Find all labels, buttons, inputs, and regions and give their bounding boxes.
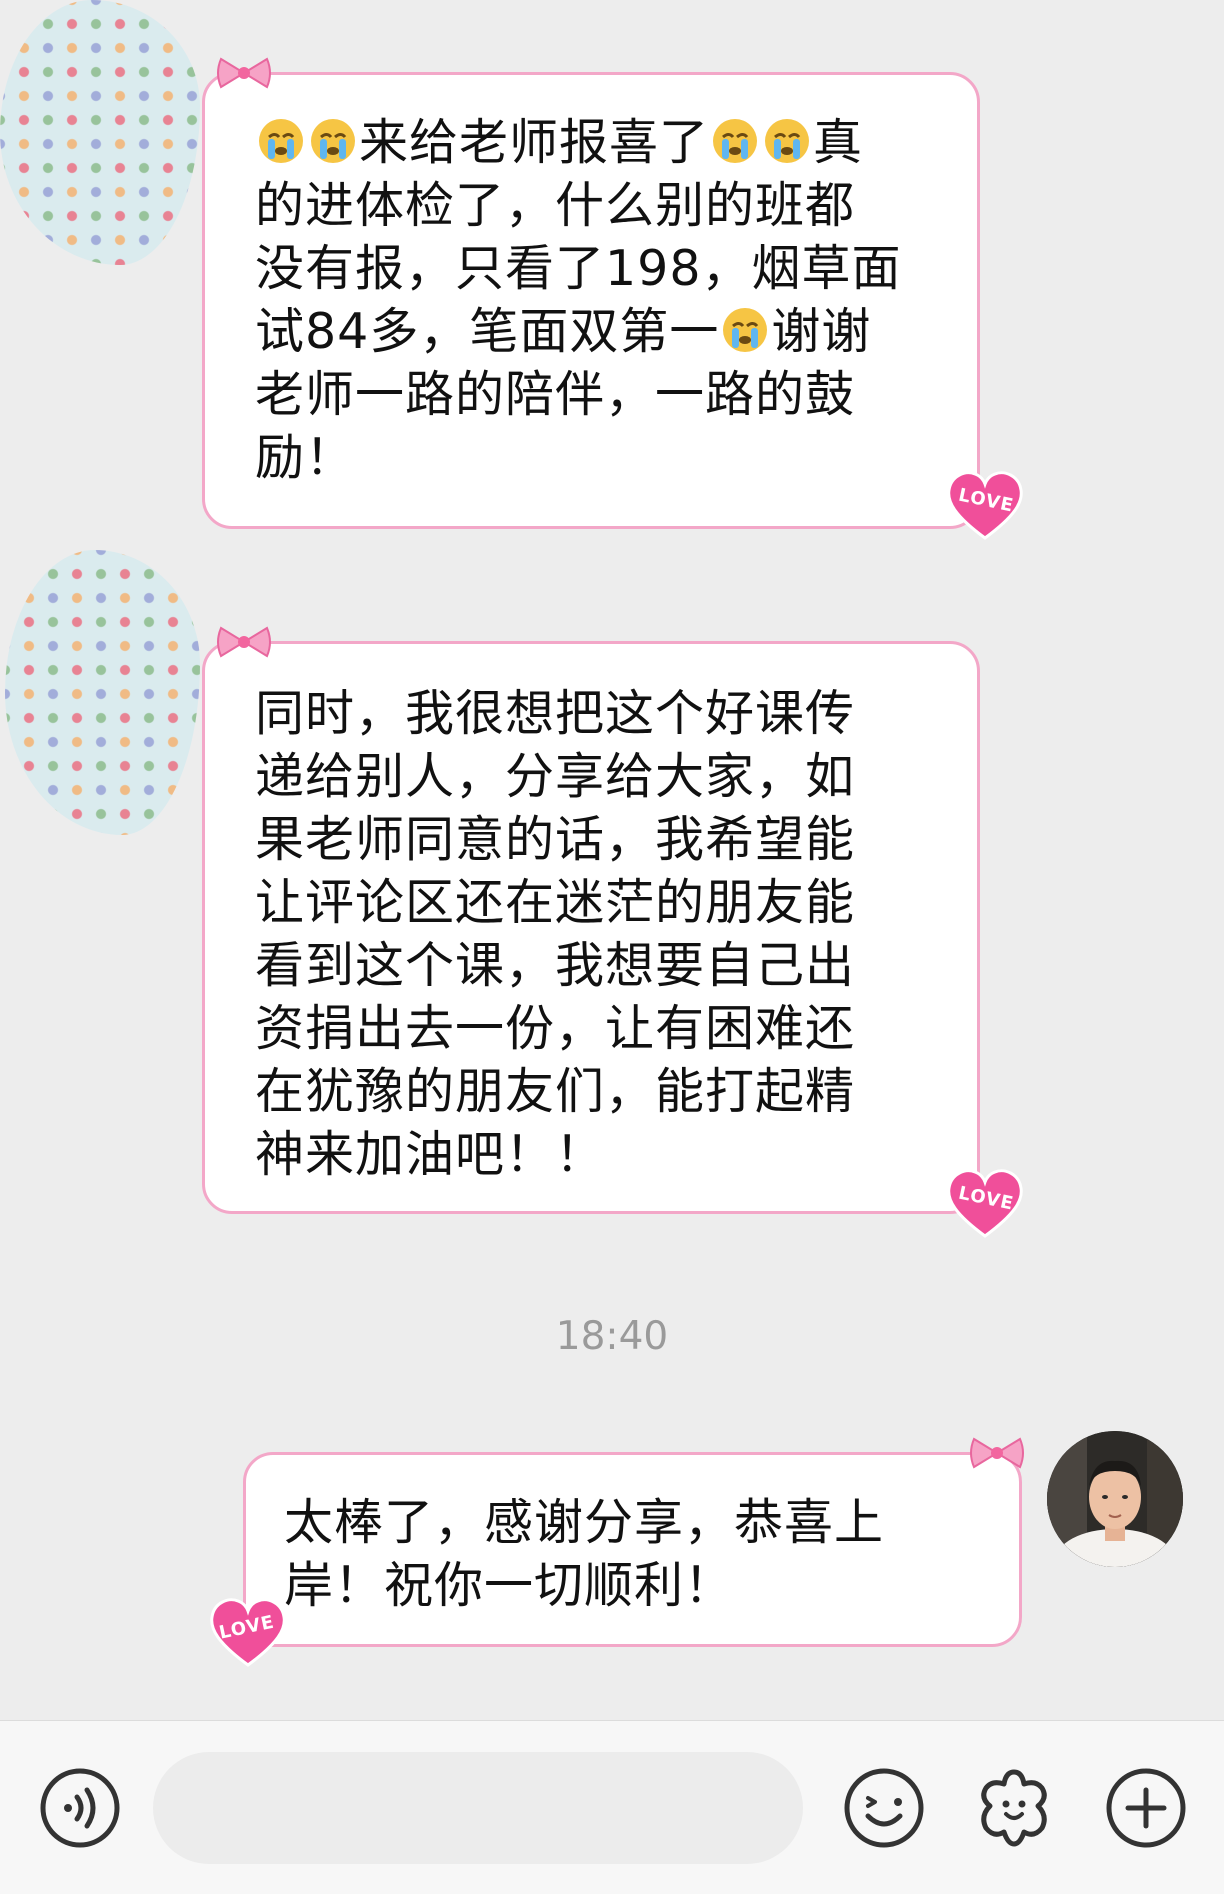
message-text-part: 谢谢 [771,303,872,360]
avatar[interactable] [1047,1431,1183,1567]
message-text-part: 励！ [255,429,356,486]
ribbon-bow-icon [217,626,271,658]
sender-avatar-decoration [0,0,200,265]
message-timestamp: 18:40 [555,1314,669,1359]
message-bubble-sent[interactable]: 太棒了，感谢分享，恭喜上 岸！祝你一切顺利！ LOVE [210,1437,1024,1667]
emoji-icon[interactable] [842,1766,926,1850]
crying-emoji-icon [723,308,768,352]
love-heart-icon: LOVE [210,1598,286,1667]
message-bubble-received[interactable]: 来给老师报喜了 真的进体检了，什么别的班都 没有报，只看了198，烟草面 试84多，笔… [202,57,1023,540]
message-text: 同时，我很想把这个好课传 递给别人，分享给大家，如 果老师同意的话，我希望能 让… [255,685,856,1183]
message-text-part: 没有报，只看了198，烟草面 [255,240,902,297]
message-text: 太棒了，感谢分享，恭喜上 岸！祝你一切顺利！ [284,1494,885,1614]
crying-emoji-icon [765,119,810,163]
ribbon-bow-icon [217,57,271,89]
love-heart-icon: LOVE [947,1169,1023,1238]
message-text-part: 来给老师报喜了 [359,114,710,171]
crying-emoji-icon [259,119,303,163]
voice-icon[interactable] [38,1766,122,1850]
message-bubble-received[interactable]: 同时，我很想把这个好课传 递给别人，分享给大家，如 果老师同意的话，我希望能 让… [202,626,1023,1238]
love-heart-icon: LOVE [947,471,1023,540]
add-icon[interactable] [1104,1766,1188,1850]
message-text-part: 老师一路的陪伴，一路的鼓 [255,366,856,423]
message-input[interactable] [153,1752,803,1864]
message-text-part: 的进体检了，什么别的班都 [255,177,856,234]
message-text-part: 真 [813,114,864,171]
crying-emoji-icon [311,119,355,163]
crying-emoji-icon [713,119,758,163]
message-text: 来给老师报喜了 真的进体检了，什么别的班都 没有报，只看了198，烟草面 试84多，笔… [255,111,937,489]
person-avatar-icon [1047,1431,1183,1567]
message-text-part: 试84多，笔面双第一 [255,303,720,360]
ribbon-bow-icon [970,1437,1024,1469]
sender-avatar-decoration [5,550,200,835]
sticker-icon[interactable] [972,1766,1056,1850]
